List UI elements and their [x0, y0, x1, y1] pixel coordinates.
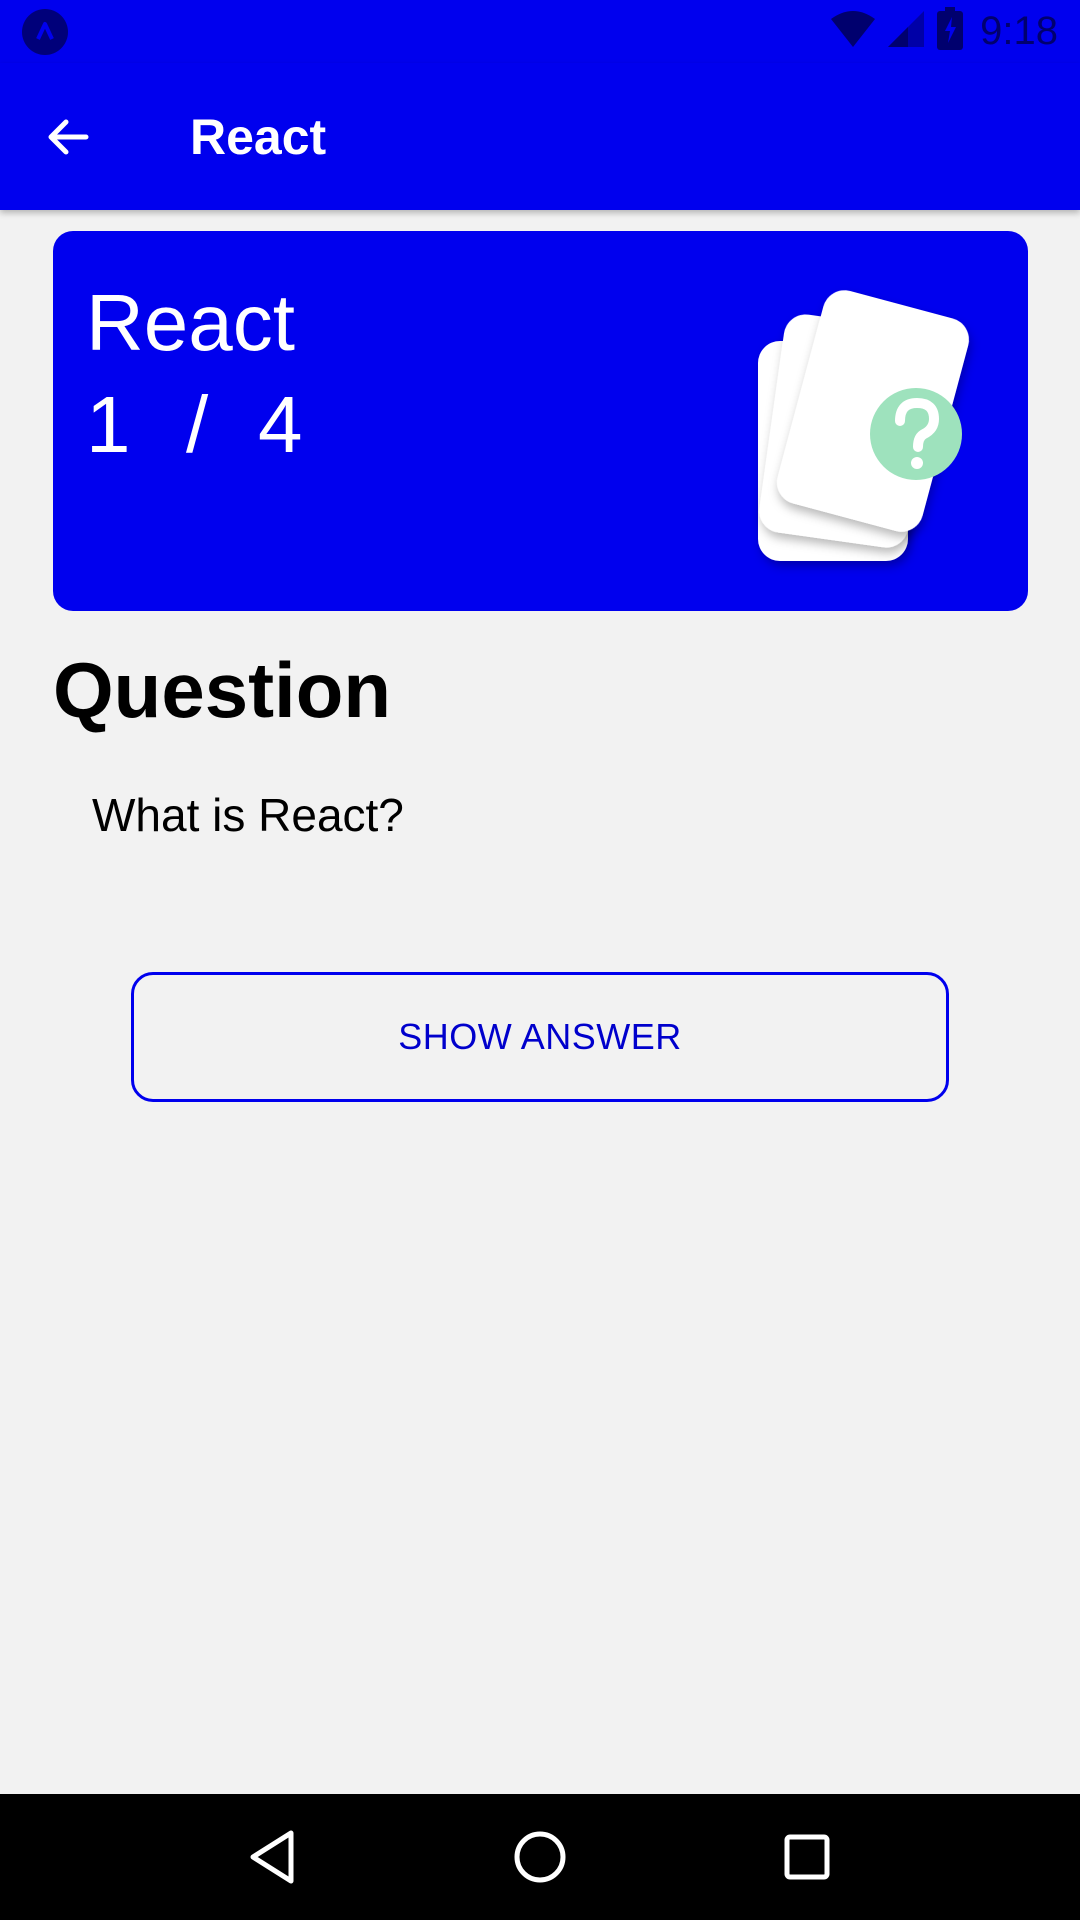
progress-current: 1	[86, 380, 131, 469]
wifi-icon	[830, 9, 876, 54]
app-notification-icon	[22, 8, 68, 55]
battery-icon	[936, 7, 964, 56]
back-button[interactable]	[20, 89, 116, 185]
deck-card: React 1 / 4	[53, 231, 1028, 611]
progress-total: 4	[258, 380, 303, 469]
status-time: 9:18	[980, 9, 1058, 53]
progress-separator: /	[186, 380, 209, 469]
arrow-back-icon	[48, 119, 89, 154]
status-left	[22, 8, 68, 55]
status-bar: 9:18	[0, 0, 1080, 63]
question-cards-icon	[696, 271, 996, 591]
back-triangle-icon	[250, 1830, 294, 1884]
signal-icon	[886, 9, 926, 54]
show-answer-button[interactable]: SHOW ANSWER	[131, 972, 949, 1102]
question-text: What is React?	[92, 789, 404, 841]
app-bar-title: React	[190, 108, 327, 165]
nav-recents-button[interactable]	[762, 1812, 852, 1902]
deck-name: React	[86, 278, 295, 367]
home-circle-icon	[514, 1831, 566, 1883]
navigation-bar	[0, 1794, 1080, 1920]
status-right: 9:18	[830, 7, 1058, 56]
deck-progress: 1 / 4	[86, 379, 303, 471]
recents-square-icon	[784, 1834, 830, 1880]
nav-back-button[interactable]	[228, 1812, 318, 1902]
app-bar: React	[0, 63, 1080, 210]
question-heading: Question	[53, 646, 392, 734]
nav-home-button[interactable]	[495, 1812, 585, 1902]
